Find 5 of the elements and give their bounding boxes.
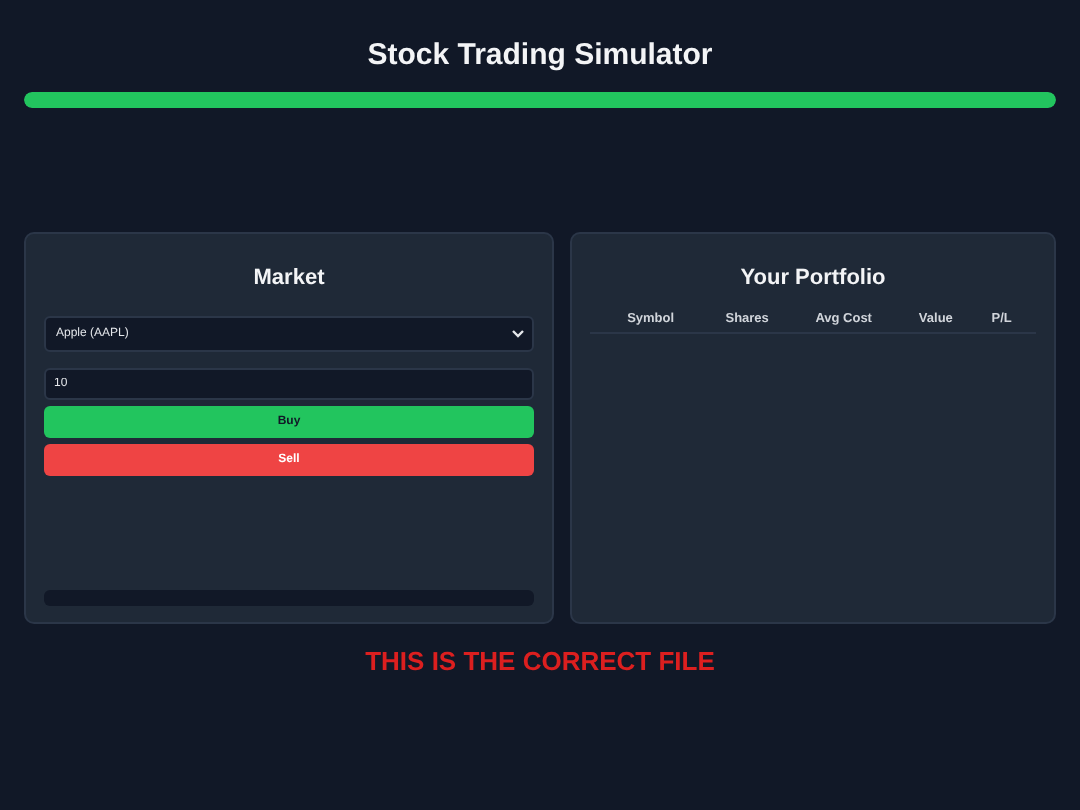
page-title: Stock Trading Simulator (365, 38, 715, 74)
chevron-down-icon (512, 330, 524, 338)
notice-text: THIS IS THE CORRECT FILE (363, 646, 717, 676)
panel-title: Your Portfolio (738, 266, 888, 292)
panel-title: Market (251, 266, 327, 292)
